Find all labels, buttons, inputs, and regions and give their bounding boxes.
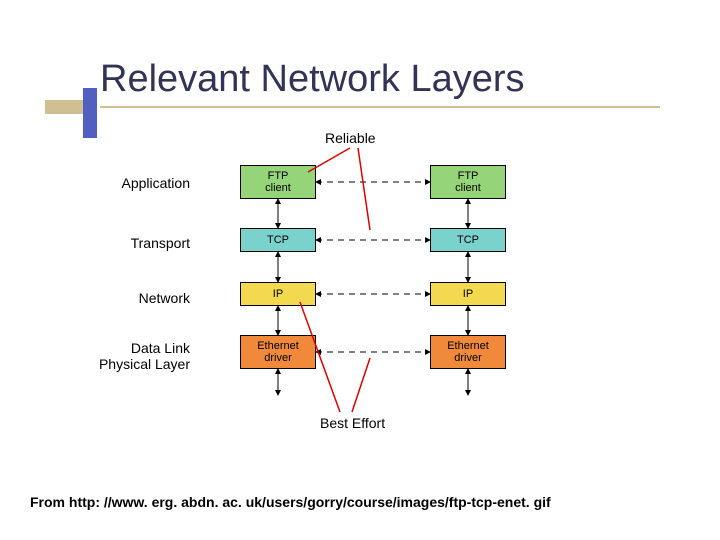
- box-ftp-client-right: FTP client: [430, 165, 506, 199]
- label-best-effort: Best Effort: [320, 415, 385, 431]
- slide-title: Relevant Network Layers: [100, 58, 525, 101]
- box-ip-left: IP: [240, 282, 316, 306]
- source-caption: From http: //www. erg. abdn. ac. uk/user…: [30, 494, 551, 510]
- title-decor-vertical: [83, 88, 97, 138]
- box-ftp-client-left: FTP client: [240, 165, 316, 199]
- box-tcp-left: TCP: [240, 228, 316, 252]
- label-reliable: Reliable: [325, 130, 376, 146]
- box-tcp-right: TCP: [430, 228, 506, 252]
- label-application: Application: [70, 175, 190, 191]
- label-transport: Transport: [70, 235, 190, 251]
- label-network: Network: [70, 290, 190, 306]
- box-ethernet-left: Ethernet driver: [240, 335, 316, 369]
- box-ethernet-right: Ethernet driver: [430, 335, 506, 369]
- label-datalink: Data Link Physical Layer: [70, 340, 190, 372]
- network-layers-diagram: Reliable Best Effort Application Transpo…: [100, 130, 620, 440]
- title-underline: [100, 106, 660, 108]
- box-ip-right: IP: [430, 282, 506, 306]
